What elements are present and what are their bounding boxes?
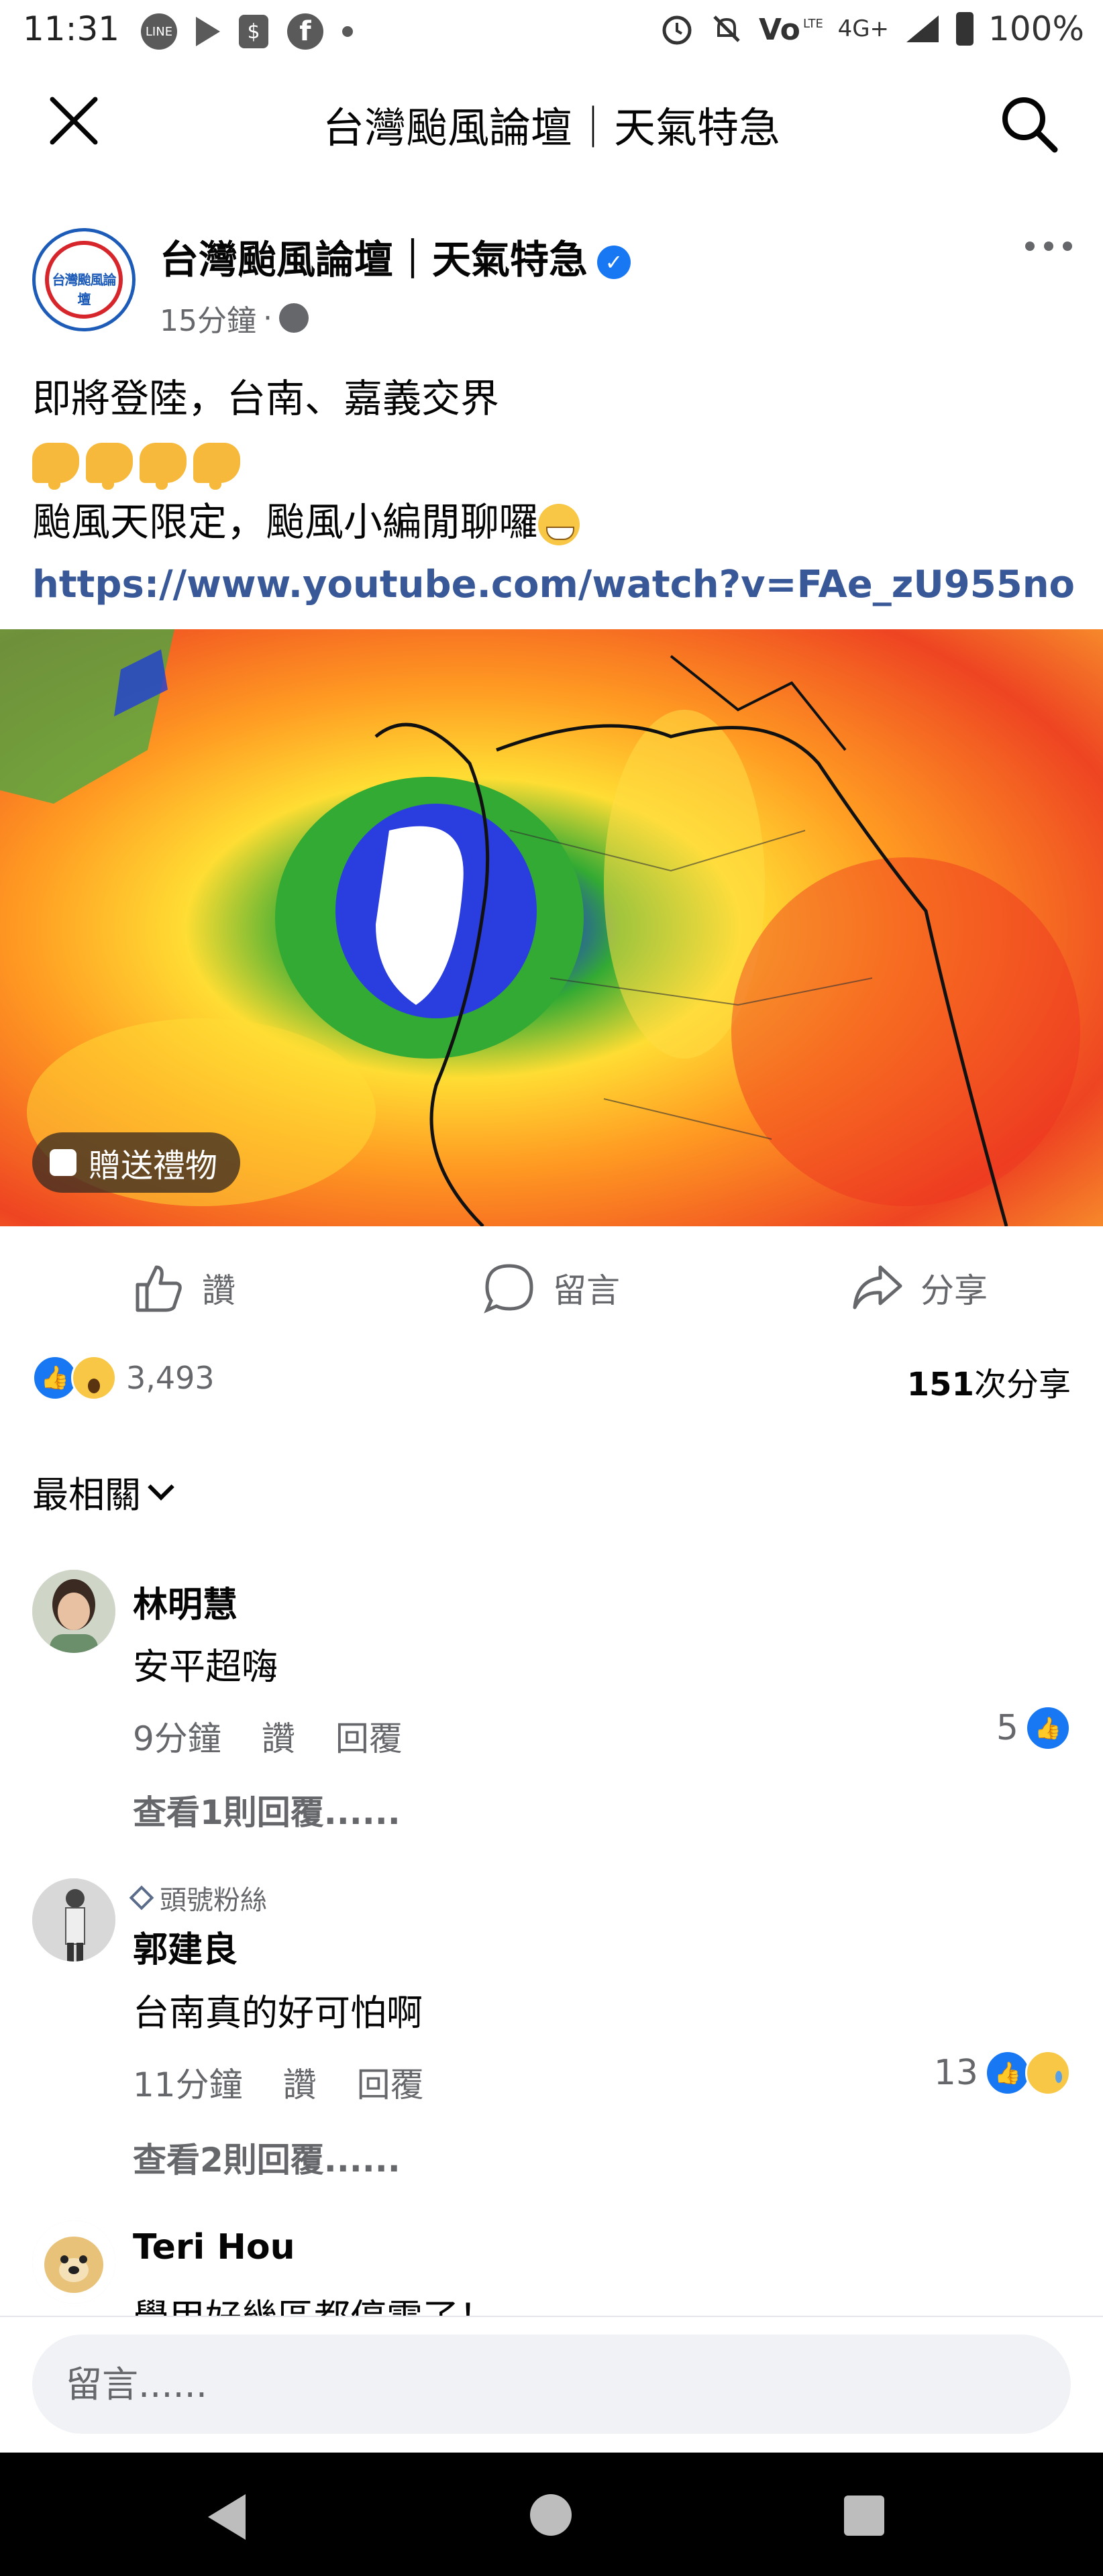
more-options-icon[interactable] <box>1025 241 1072 251</box>
like-reaction-icon: 👍 <box>985 2050 1031 2096</box>
comment-author[interactable]: 郭建良 <box>133 1921 238 1972</box>
chevron-down-icon <box>148 1473 174 1501</box>
share-button[interactable]: 分享 <box>735 1248 1103 1328</box>
post-time[interactable]: 15分鐘 <box>160 297 256 339</box>
comment-author[interactable]: 林明慧 <box>133 1576 238 1627</box>
back-icon[interactable] <box>208 2494 246 2540</box>
comment-time: 11分鐘 <box>133 2065 243 2104</box>
grinning-face-icon <box>538 503 580 545</box>
wow-reaction-icon <box>71 1355 117 1401</box>
sort-label: 最相關 <box>32 1474 141 1516</box>
comment-text: 台南真的好可怕啊 <box>133 1992 423 2034</box>
status-bar: 11:31 LINE $ f Vo LTE 4G+ 100% <box>0 0 1103 67</box>
svg-text:LTE: LTE <box>803 17 823 31</box>
pointing-down-icon <box>140 442 187 490</box>
gift-label: 贈送禮物 <box>89 1147 218 1185</box>
post-line-3-text: 颱風天限定，颱風小編閒聊囉 <box>32 499 539 545</box>
share-count-suffix: 次分享 <box>974 1366 1071 1403</box>
verified-badge-icon: ✓ <box>597 245 631 279</box>
share-label: 分享 <box>921 1271 988 1310</box>
sort-dropdown[interactable]: 最相關 <box>32 1465 174 1518</box>
home-icon[interactable] <box>530 2494 572 2536</box>
reaction-count: 3,493 <box>126 1360 215 1396</box>
globe-icon <box>279 303 309 333</box>
comment-like-link[interactable]: 讚 <box>283 2058 317 2106</box>
post-line-3: 颱風天限定，颱風小編閒聊囉 <box>32 491 1079 553</box>
page-name[interactable]: 台灣颱風論壇｜天氣特急 ✓ <box>160 228 631 284</box>
comment-text: 安平超嗨 <box>133 1646 278 1688</box>
battery-icon <box>956 12 974 46</box>
share-count[interactable]: 151次分享 <box>907 1358 1071 1405</box>
shopping-bag-icon: $ <box>239 15 268 48</box>
like-label: 讚 <box>202 1271 235 1310</box>
play-icon <box>196 17 220 46</box>
top-fan-badge: 頭號粉絲 <box>129 1878 267 1917</box>
comment-author[interactable]: Teri Hou <box>133 2227 295 2267</box>
gift-icon <box>50 1149 76 1176</box>
svg-text:Vo: Vo <box>759 13 800 46</box>
post-meta: 15分鐘 · <box>160 297 309 339</box>
avatar[interactable] <box>32 1878 115 1962</box>
search-icon[interactable] <box>996 91 1063 158</box>
reactions-summary[interactable]: 👍 3,493 <box>32 1355 215 1401</box>
network-type: 4G+ <box>837 15 890 42</box>
badge-label: 頭號粉絲 <box>160 1885 267 1916</box>
facebook-icon: f <box>287 13 323 50</box>
status-right: Vo LTE 4G+ 100% <box>660 9 1084 48</box>
diamond-icon <box>129 1885 154 1911</box>
comment-meta: 11分鐘 讚 回覆 <box>133 2058 424 2106</box>
like-reaction-icon: 👍 <box>1025 1705 1071 1751</box>
view-replies-link[interactable]: 查看2則回覆...... <box>133 2133 401 2182</box>
avatar[interactable] <box>32 2220 115 2304</box>
alarm-icon <box>662 15 692 45</box>
post-actions: 讚 留言 分享 <box>0 1248 1103 1328</box>
battery-percent: 100% <box>988 9 1084 48</box>
post-line-1: 即將登陸，台南、嘉義交界 <box>32 376 500 421</box>
comment-like-link[interactable]: 讚 <box>262 1712 295 1760</box>
comment-input-bar <box>0 2316 1103 2451</box>
meta-separator: · <box>263 301 272 335</box>
volte-icon: Vo LTE <box>759 13 823 46</box>
dot-icon <box>342 26 353 37</box>
sad-reaction-icon <box>1025 2050 1071 2096</box>
send-gift-button[interactable]: 贈送禮物 <box>32 1132 241 1193</box>
comment-reactions[interactable]: 13 👍 <box>934 2050 1071 2096</box>
top-header: 台灣颱風論壇｜天氣特急 <box>0 67 1103 181</box>
youtube-link[interactable]: https://www.youtube.com/watch?v=FAe_zU95… <box>32 563 1075 606</box>
thumbs-up-icon <box>136 1265 182 1312</box>
comment-meta: 9分鐘 讚 回覆 <box>133 1712 403 1760</box>
comment-bubble-icon <box>484 1264 533 1313</box>
avatar[interactable] <box>32 1570 115 1653</box>
notification-icons: LINE $ f <box>141 13 353 50</box>
mute-icon <box>713 15 740 42</box>
line-icon: LINE <box>141 13 177 50</box>
system-nav-bar <box>0 2453 1103 2576</box>
share-arrow-icon <box>853 1265 902 1309</box>
comment-reaction-count: 5 <box>996 1708 1018 1748</box>
pointing-down-icon <box>32 442 79 490</box>
comment-input[interactable] <box>32 2334 1071 2434</box>
comment-reactions[interactable]: 5 👍 <box>996 1705 1071 1751</box>
comment-button[interactable]: 留言 <box>368 1248 735 1328</box>
comment-reply-link[interactable]: 回覆 <box>335 1712 403 1760</box>
pointing-down-icon <box>86 442 133 490</box>
comment-reply-link[interactable]: 回覆 <box>357 2058 424 2106</box>
pointing-down-icon <box>193 442 240 490</box>
recent-apps-icon[interactable] <box>844 2496 884 2536</box>
view-replies-link[interactable]: 查看1則回覆...... <box>133 1786 401 1834</box>
status-time: 11:31 <box>23 9 120 48</box>
comment-time: 9分鐘 <box>133 1719 221 1758</box>
signal-icon <box>906 15 939 42</box>
header-title: 台灣颱風論壇｜天氣特急 <box>322 103 780 152</box>
comment-reaction-count: 13 <box>933 2053 978 2093</box>
like-button[interactable]: 讚 <box>0 1248 368 1328</box>
post-link-line: https://www.youtube.com/watch?v=FAe_zU95… <box>32 553 1079 614</box>
post-text: 即將登陸，台南、嘉義交界 颱風天限定，颱風小編閒聊囉 https://www.y… <box>32 368 1079 614</box>
pointing-down-emojis <box>32 429 1079 491</box>
share-count-number: 151 <box>906 1366 974 1403</box>
page-avatar[interactable]: 台灣颱風論壇 <box>32 228 136 331</box>
avatar-text: 台灣颱風論壇 <box>52 272 117 307</box>
comment-label: 留言 <box>553 1271 620 1310</box>
page-name-label[interactable]: 台灣颱風論壇｜天氣特急 <box>160 237 588 282</box>
